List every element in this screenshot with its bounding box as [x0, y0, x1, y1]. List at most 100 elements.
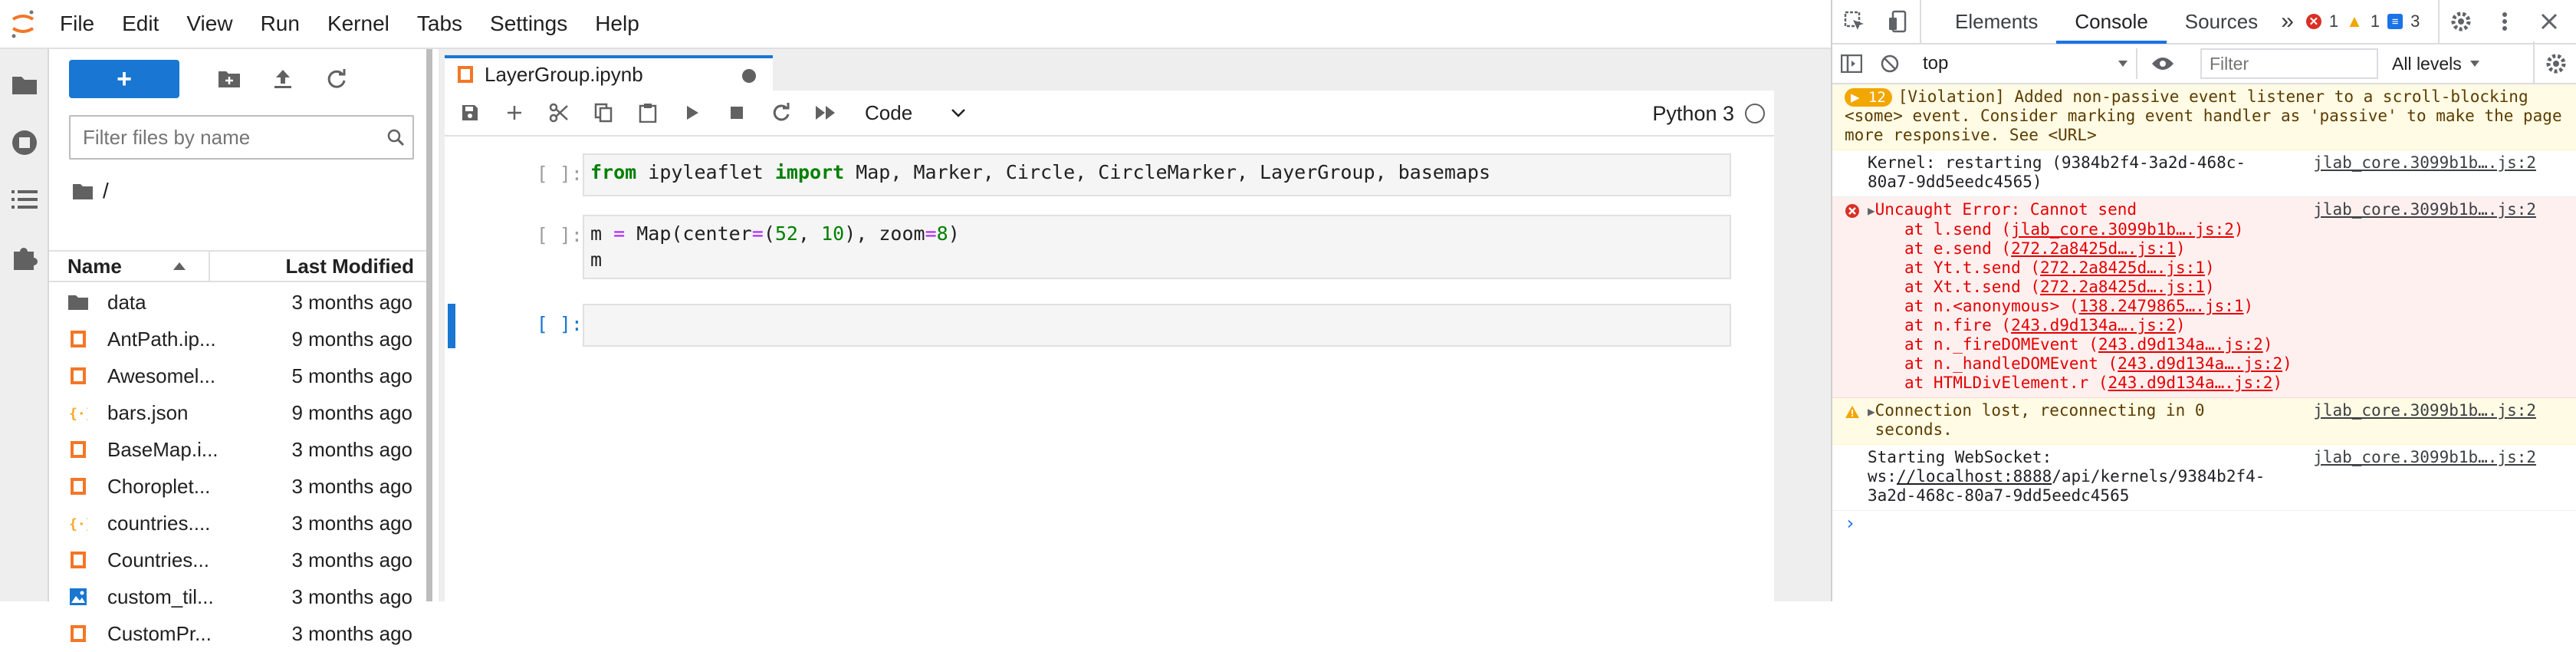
console-settings-gear-icon[interactable]: [2533, 41, 2576, 86]
breadcrumb[interactable]: /: [72, 172, 109, 210]
tab-layergroup-notebook[interactable]: LayerGroup.ipynb: [445, 55, 773, 91]
tab-elements[interactable]: Elements: [1937, 0, 2056, 44]
paste-icon[interactable]: [626, 91, 670, 134]
menu-help[interactable]: Help: [581, 0, 653, 48]
file-name: CustomPr...: [107, 621, 212, 645]
copy-icon[interactable]: [581, 91, 626, 134]
close-icon[interactable]: [2527, 0, 2571, 44]
restart-kernel-icon[interactable]: [759, 91, 803, 134]
code-cell[interactable]: [ ]: m = Map(center=(52, 10), zoom=8) m: [445, 215, 1774, 284]
new-launcher-button[interactable]: +: [69, 60, 179, 98]
cut-icon[interactable]: [537, 91, 581, 134]
stack-frame-link[interactable]: 138.2479865….js:1: [2079, 297, 2244, 315]
websocket-link[interactable]: 8: [2042, 467, 2052, 486]
inspect-element-icon[interactable]: [1832, 0, 1877, 44]
file-list-item[interactable]: CustomPr... 3 months ago: [49, 615, 426, 652]
document-tab-bar: LayerGroup.ipynb: [439, 49, 1831, 91]
cell-type-select[interactable]: Code: [865, 101, 966, 125]
show-sidebar-icon[interactable]: [1832, 41, 1871, 86]
file-list-item[interactable]: Choroplet... 3 months ago: [49, 468, 426, 505]
run-icon[interactable]: [670, 91, 715, 134]
expand-triangle-icon[interactable]: ▶: [1868, 203, 1875, 218]
console-filter-field[interactable]: [2200, 48, 2378, 79]
restart-run-all-icon[interactable]: [803, 91, 848, 134]
name-column-header[interactable]: Name: [49, 252, 210, 281]
notebook-icon: [458, 66, 473, 83]
running-sessions-icon[interactable]: [0, 118, 49, 167]
breadcrumb-root[interactable]: /: [103, 179, 109, 203]
extension-puzzle-icon[interactable]: [0, 233, 49, 282]
log-levels-select[interactable]: All levels: [2392, 54, 2480, 74]
more-tabs-button[interactable]: »: [2276, 0, 2298, 44]
source-link[interactable]: jlab_core.3099b1b….js:2: [2313, 200, 2536, 219]
insert-cell-icon[interactable]: [492, 91, 537, 134]
file-name: bars.json: [107, 400, 189, 424]
file-list-item[interactable]: BaseMap.i... 3 months ago: [49, 431, 426, 468]
warning-icon: [1845, 404, 1860, 423]
file-modified: 5 months ago: [291, 364, 412, 387]
file-list-item[interactable]: custom_til... 3 months ago: [49, 578, 426, 615]
stack-frame-link[interactable]: 272.2a8425d….js:1: [2011, 239, 2176, 258]
file-list-item[interactable]: {·} countries.... 3 months ago: [49, 505, 426, 542]
live-expression-eye-icon[interactable]: [2144, 41, 2182, 86]
modified-column-header[interactable]: Last Modified: [210, 255, 426, 278]
issue-counters[interactable]: ✕ 1 ▲ 1 ≡ 3: [2305, 12, 2420, 31]
console-prompt[interactable]: ›: [1832, 511, 2576, 536]
save-icon[interactable]: [448, 91, 492, 134]
menu-kernel[interactable]: Kernel: [314, 0, 403, 48]
code-cell-active[interactable]: [ ]:: [445, 304, 1774, 350]
menu-view[interactable]: View: [172, 0, 246, 48]
cell-editor[interactable]: [583, 304, 1731, 347]
context-select[interactable]: top: [1915, 48, 2137, 79]
stack-frame: at e.send (272.2a8425d….js:1): [1904, 239, 2565, 258]
menu-settings[interactable]: Settings: [476, 0, 581, 48]
menu-edit[interactable]: Edit: [108, 0, 172, 48]
expand-triangle-icon[interactable]: ▶: [1868, 404, 1875, 419]
tab-sources[interactable]: Sources: [2167, 0, 2276, 44]
websocket-link[interactable]: //localhost:888: [1897, 467, 2042, 486]
stack-frame-link[interactable]: 243.d9d134a….js:2: [2108, 374, 2273, 392]
kebab-menu-icon[interactable]: [2482, 0, 2527, 44]
clear-console-icon[interactable]: [1871, 41, 1909, 86]
unsaved-indicator-icon[interactable]: [742, 69, 756, 83]
source-link[interactable]: jlab_core.3099b1b….js:2: [2313, 401, 2536, 420]
stack-frame-link[interactable]: 272.2a8425d….js:1: [2040, 278, 2205, 296]
new-folder-icon[interactable]: [210, 60, 248, 98]
device-toolbar-icon[interactable]: [1877, 0, 1921, 44]
file-list-item[interactable]: Awesomel... 5 months ago: [49, 357, 426, 394]
code-cell[interactable]: [ ]: from ipyleaflet import Map, Marker,…: [445, 153, 1774, 199]
table-of-contents-icon[interactable]: [0, 175, 49, 224]
file-list-item[interactable]: Countries... 3 months ago: [49, 542, 426, 578]
cell-editor[interactable]: m = Map(center=(52, 10), zoom=8) m: [583, 215, 1731, 279]
file-list-item[interactable]: data 3 months ago: [49, 284, 426, 321]
stack-frame-link[interactable]: 272.2a8425d….js:1: [2040, 258, 2205, 277]
settings-gear-icon[interactable]: [2438, 0, 2482, 44]
source-link[interactable]: jlab_core.3099b1b….js:2: [2313, 448, 2536, 467]
tab-console[interactable]: Console: [2056, 0, 2167, 44]
caret-down-icon: [2469, 61, 2479, 67]
stack-frame-link[interactable]: jlab_core.3099b1b….js:2: [2011, 220, 2234, 239]
file-filter-input[interactable]: [71, 124, 379, 150]
stack-frame-link[interactable]: 243.d9d134a….js:2: [2011, 316, 2176, 334]
code-token: 52: [774, 222, 798, 245]
source-link[interactable]: jlab_core.3099b1b….js:2: [2313, 153, 2536, 173]
refresh-icon[interactable]: [317, 60, 356, 98]
kernel-status[interactable]: Python 3: [1652, 91, 1765, 137]
menu-tabs[interactable]: Tabs: [403, 0, 476, 48]
menu-run[interactable]: Run: [247, 0, 314, 48]
file-list-item[interactable]: AntPath.ip... 9 months ago: [49, 321, 426, 357]
stack-frame-end: ): [2176, 316, 2186, 334]
stack-frame-link[interactable]: 243.d9d134a….js:2: [2118, 354, 2282, 373]
folder-icon[interactable]: [0, 60, 49, 109]
stack-frame-link[interactable]: 243.d9d134a….js:2: [2098, 335, 2263, 354]
kernel-name[interactable]: Python 3: [1652, 102, 1734, 126]
file-list-item[interactable]: {·} bars.json 9 months ago: [49, 394, 426, 431]
file-filter-field[interactable]: [69, 115, 414, 160]
message-text: Connection lost, reconnecting in 0 secon…: [1875, 401, 2205, 439]
jupyter-logo-icon[interactable]: [0, 0, 46, 48]
console-filter-input[interactable]: [2202, 52, 2377, 75]
stop-icon[interactable]: [715, 91, 759, 134]
upload-icon[interactable]: [264, 60, 302, 98]
cell-editor[interactable]: from ipyleaflet import Map, Marker, Circ…: [583, 153, 1731, 196]
menu-file[interactable]: File: [46, 0, 108, 48]
